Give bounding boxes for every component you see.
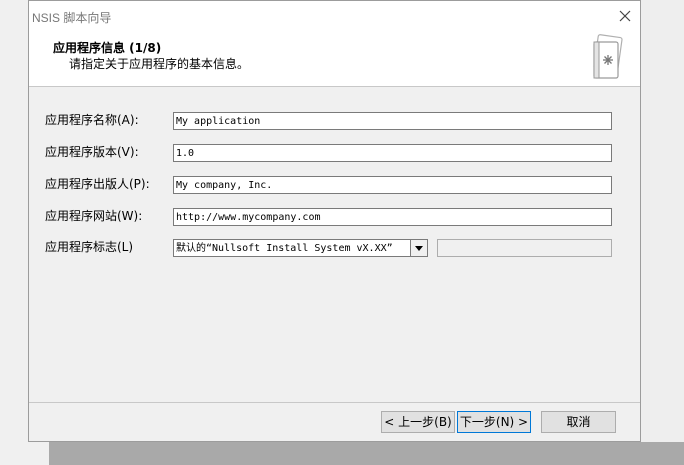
close-icon [619, 10, 631, 22]
app-publisher-label: 应用程序出版人(P): [45, 177, 150, 191]
app-website-input[interactable]: http://www.mycompany.com [173, 208, 612, 226]
title-bar: NSIS 脚本向导 [29, 1, 640, 31]
app-version-input[interactable]: 1.0 [173, 144, 612, 162]
app-website-label: 应用程序网站(W): [45, 209, 143, 223]
app-name-input[interactable]: My application [173, 112, 612, 130]
background-right [641, 0, 684, 465]
chevron-down-icon[interactable] [410, 240, 427, 256]
branding-custom-input [437, 239, 612, 257]
branding-select-value: 默认的“Nullsoft Install System vX.XX” [176, 243, 393, 254]
background-bottom [49, 442, 684, 465]
next-button[interactable]: 下一步(N) > [457, 411, 531, 433]
cancel-button[interactable]: 取消 [541, 411, 616, 433]
wizard-header: 应用程序信息 (1/8) 请指定关于应用程序的基本信息。 [29, 31, 640, 87]
wizard-window: NSIS 脚本向导 应用程序信息 (1/8) 请指定关于应用程序的基本信息。 应… [28, 0, 641, 442]
app-publisher-input[interactable]: My company, Inc. [173, 176, 612, 194]
page-title: 应用程序信息 (1/8) [53, 41, 162, 55]
wizard-document-icon [593, 34, 623, 79]
app-name-label: 应用程序名称(A): [45, 113, 139, 127]
page-subtitle: 请指定关于应用程序的基本信息。 [69, 57, 250, 71]
app-branding-label: 应用程序标志(L) [45, 240, 134, 254]
window-title: NSIS 脚本向导 [32, 11, 112, 25]
back-button[interactable]: < 上一步(B) [381, 411, 455, 433]
footer-divider [29, 402, 640, 403]
app-version-label: 应用程序版本(V): [45, 145, 139, 159]
close-button[interactable] [610, 1, 640, 31]
branding-select[interactable]: 默认的“Nullsoft Install System vX.XX” [173, 239, 428, 257]
